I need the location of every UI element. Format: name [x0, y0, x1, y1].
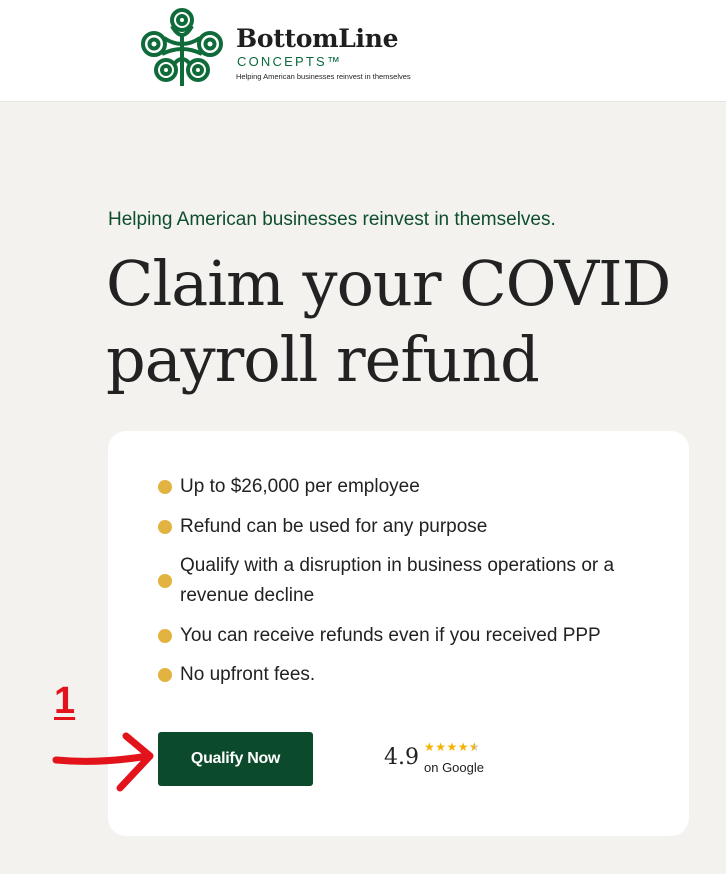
brand-tagline: Helping American businesses reinvest in …	[236, 72, 411, 81]
bullet-dot-icon	[158, 574, 172, 588]
bullet-text: Qualify with a disruption in business op…	[180, 555, 615, 606]
bullet-dot-icon	[158, 668, 172, 682]
benefits-list: Up to $26,000 per employee Refund can be…	[158, 472, 648, 700]
bullet-dot-icon	[158, 519, 172, 534]
brand-name: BottomLine	[236, 24, 399, 53]
red-arrow-icon	[52, 732, 154, 792]
bullet-text: No upfront fees.	[180, 664, 316, 685]
headline-line-2: payroll refund	[106, 323, 540, 396]
list-item: You can receive refunds even if you rece…	[158, 621, 648, 651]
hero-eyebrow: Helping American businesses reinvest in …	[108, 209, 556, 230]
list-item: No upfront fees.	[158, 660, 648, 690]
list-item: Up to $26,000 per employee	[158, 472, 648, 502]
rating-value: 4.9	[384, 745, 419, 770]
bullet-dot-icon	[158, 480, 172, 494]
site-header: BottomLine CONCEPTS™ Helping American bu…	[0, 0, 726, 102]
brand-subtitle: CONCEPTS™	[237, 54, 343, 69]
annotation-step-number: 1	[54, 680, 76, 722]
headline-line-1: Claim your COVID	[106, 247, 671, 320]
bullet-dot-icon	[158, 628, 172, 643]
bullet-text: Up to $26,000 per employee	[180, 476, 420, 497]
benefits-card: Up to $26,000 per employee Refund can be…	[108, 431, 689, 836]
google-rating[interactable]: 4.9 ★★★★★ on Google	[384, 740, 524, 780]
qualify-now-button[interactable]: Qualify Now	[158, 732, 313, 786]
rating-source: on Google	[424, 760, 484, 775]
star-rating-icon: ★★★★★	[424, 740, 480, 754]
celtic-knot-logo-icon[interactable]	[136, 4, 228, 94]
bullet-text: Refund can be used for any purpose	[180, 515, 488, 537]
bullet-text: You can receive refunds even if you rece…	[180, 624, 601, 646]
list-item: Qualify with a disruption in business op…	[158, 551, 648, 611]
list-item: Refund can be used for any purpose	[158, 512, 648, 542]
hero-headline: Claim your COVID payroll refund	[106, 246, 706, 398]
